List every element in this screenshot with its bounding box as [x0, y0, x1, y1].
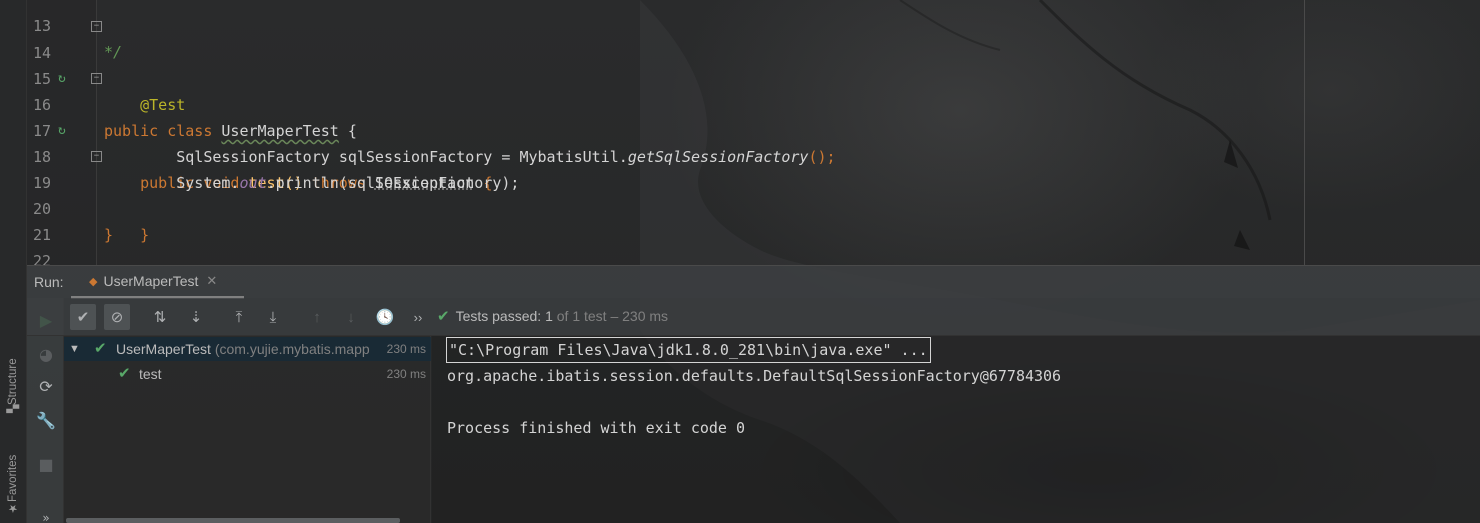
sort-duration-icon: ⇣ [189, 309, 203, 326]
code-line-20: 20 } [27, 170, 1297, 244]
ignored-icon: ⊘ [110, 309, 124, 326]
collapse-all-button[interactable]: ⤓ [260, 304, 286, 330]
code-line-22: 22 [27, 222, 1297, 270]
left-tool-strip: ▚ Structure ★ Favorites [0, 0, 27, 523]
console-command-line[interactable]: "C:\Program Files\Java\jdk1.8.0_281\bin\… [446, 337, 931, 363]
sort-alphabetically-button[interactable]: ⇅ [147, 304, 173, 330]
check-icon: ✔ [76, 309, 90, 326]
console-output[interactable]: "C:\Program Files\Java\jdk1.8.0_281\bin\… [432, 336, 1480, 523]
collapse-all-icon: ⤓ [269, 308, 277, 326]
fold-marker-icon[interactable]: − [91, 151, 102, 162]
code-line-13: 13 */ [27, 0, 1297, 61]
stop-button[interactable]: ■ [33, 452, 59, 476]
expand-all-icon: ⤒ [235, 308, 243, 326]
clock-icon: 🕓 [375, 309, 395, 326]
test-class-row[interactable]: ▼ ✔ UserMaperTest (com.yujie.mybatis.map… [64, 337, 431, 361]
rerun-failed-icon: ◕ [39, 344, 53, 364]
check-icon: ✔ [437, 308, 450, 325]
code-line-19: 19 − } [27, 144, 1297, 244]
favorites-tab[interactable]: ★ Favorites [3, 440, 23, 520]
next-failed-button[interactable]: ↓ [338, 304, 364, 330]
test-method-time: 230 ms [386, 367, 426, 381]
passed-icon: ✔ [94, 340, 107, 357]
previous-failed-button[interactable]: ↑ [304, 304, 330, 330]
test-config-icon: ◆ [89, 275, 98, 288]
code-line-15: 15 @Test [27, 40, 1297, 114]
console-exit-line: Process finished with exit code 0 [447, 419, 746, 437]
auto-test-icon: ⟳ [39, 376, 53, 396]
chevron-right-icon: ›› [413, 309, 423, 325]
sort-by-duration-button[interactable]: ⇣ [183, 304, 209, 330]
status-prefix: Tests passed: [455, 308, 542, 324]
structure-tab[interactable]: ▚ Structure [3, 338, 23, 418]
test-class-package: (com.yujie.mybatis.mapp [214, 341, 370, 357]
star-icon: ★ [7, 502, 20, 515]
run-panel-header: Run: ◆ UserMaperTest ✕ [27, 265, 1480, 299]
test-status: ✔ Tests passed: 1 of 1 test – 230 ms [437, 307, 668, 325]
toggle-auto-test-button[interactable]: ⟳ [33, 374, 59, 398]
fold-marker-icon[interactable]: − [91, 73, 102, 84]
more-actions-button[interactable]: » [33, 506, 59, 523]
test-results-tree: ▼ ✔ UserMaperTest (com.yujie.mybatis.map… [64, 336, 431, 523]
right-margin-guide [1304, 0, 1305, 265]
rerun-failed-button[interactable]: ◕ [33, 342, 59, 366]
test-class-time: 230 ms [386, 342, 426, 356]
settings-button[interactable]: 🔧 [33, 408, 59, 432]
code-line-21: 21 [27, 196, 1297, 244]
test-method-name: test [139, 366, 162, 382]
arrow-down-icon: ↓ [347, 308, 355, 326]
test-history-button[interactable]: 🕓 [372, 304, 398, 330]
run-label: Run: [34, 274, 64, 290]
passed-icon: ✔ [118, 365, 131, 382]
fold-marker-icon[interactable]: − [91, 21, 102, 32]
chevron-down-icon[interactable]: ▼ [69, 337, 80, 361]
structure-tab-label: Structure [7, 357, 19, 405]
console-line: org.apache.ibatis.session.defaults.Defau… [447, 367, 1062, 385]
expand-all-button[interactable]: ⤒ [226, 304, 252, 330]
code-line-17: 17 SqlSessionFactory sqlSessionFactory =… [27, 92, 1297, 166]
code-line-14: 14 ↻ − public class UserMaperTest { [27, 14, 1297, 140]
wrench-icon: 🔧 [36, 410, 56, 430]
test-runner-toolbar: ✔ ⊘ ⇅ ⇣ ⤒ ⤓ ↑ ↓ 🕓 ›› ✔ Tests passed: 1 o… [27, 298, 1480, 336]
chevron-right-icon: » [42, 511, 50, 523]
test-class-name: UserMaperTest [116, 341, 211, 357]
run-tab-label: UserMaperTest [103, 273, 199, 289]
test-method-row[interactable]: ✔ test 230 ms [64, 362, 431, 386]
show-ignored-button[interactable]: ⊘ [104, 304, 130, 330]
show-passed-button[interactable]: ✔ [70, 304, 96, 330]
run-tab-usermapertest[interactable]: ◆ UserMaperTest ✕ [71, 266, 244, 299]
stop-icon: ■ [38, 454, 54, 474]
favorites-tab-label: Favorites [7, 454, 19, 502]
horizontal-scrollbar[interactable] [66, 518, 400, 523]
arrow-up-icon: ↑ [313, 308, 321, 326]
code-line-16: 16 ↻ − public void test() throws IOExcep… [27, 66, 1297, 192]
status-rest: of 1 test – 230 ms [556, 308, 669, 324]
structure-icon: ▚ [7, 404, 20, 413]
toolbar-more-button[interactable]: ›› [405, 304, 431, 330]
code-line-18: 18 System.out.println(sqlSessionFactory)… [27, 118, 1297, 192]
close-icon[interactable]: ✕ [206, 273, 217, 289]
status-count: 1 [545, 308, 553, 324]
sort-alpha-icon: ⇅ [153, 309, 167, 326]
